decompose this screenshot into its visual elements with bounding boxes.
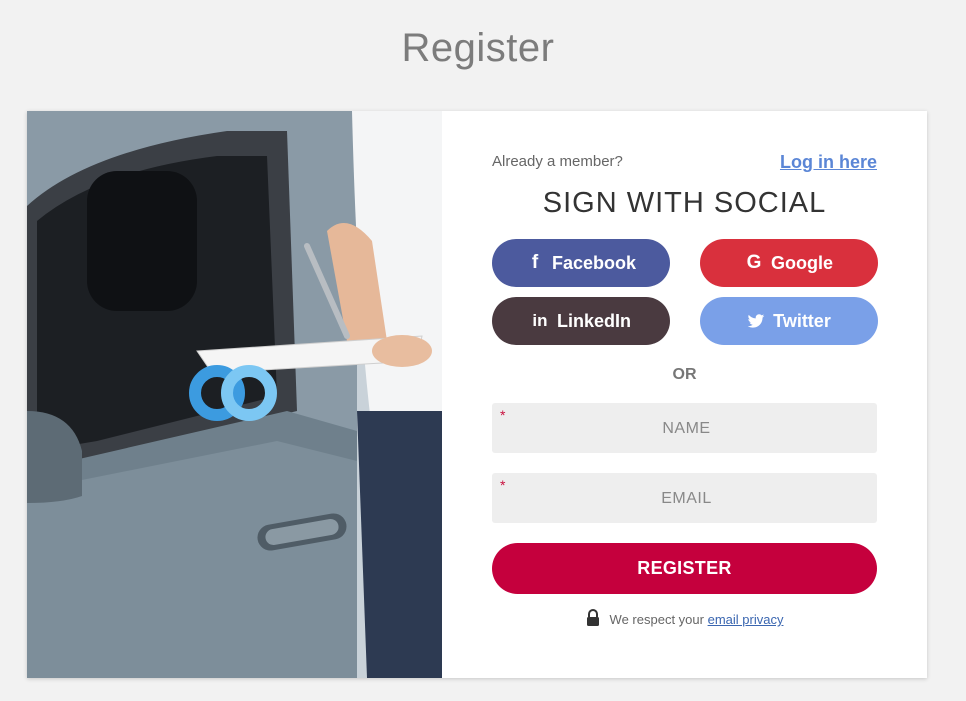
twitter-button[interactable]: Twitter: [700, 297, 878, 345]
privacy-note: We respect your email privacy: [492, 609, 877, 630]
linkedin-button[interactable]: in LinkedIn: [492, 297, 670, 345]
login-link[interactable]: Log in here: [780, 152, 877, 173]
privacy-link[interactable]: email privacy: [708, 612, 784, 627]
linkedin-label: LinkedIn: [556, 310, 631, 331]
hero-image: [27, 111, 442, 678]
google-label: Google: [771, 252, 833, 273]
already-member-text: Already a member?: [492, 153, 623, 170]
register-form: Already a member? Log in here SIGN WITH …: [492, 111, 881, 678]
email-field-wrapper: *: [492, 473, 881, 525]
page-title: Register: [401, 26, 555, 70]
email-input[interactable]: [492, 473, 881, 525]
google-button[interactable]: G Google: [700, 239, 878, 287]
google-icon: G: [746, 252, 762, 273]
twitter-label: Twitter: [773, 310, 831, 331]
privacy-text: We respect your: [609, 612, 704, 627]
facebook-icon: f: [531, 252, 539, 273]
lock-icon: [586, 609, 600, 630]
required-marker: *: [500, 407, 506, 423]
or-divider: OR: [672, 366, 697, 383]
brand-logo: [189, 365, 277, 421]
name-field-wrapper: *: [492, 403, 881, 455]
facebook-label: Facebook: [551, 252, 637, 273]
name-input[interactable]: [492, 403, 881, 455]
facebook-button[interactable]: f Facebook: [492, 239, 670, 287]
required-marker: *: [500, 477, 506, 493]
twitter-icon: [747, 313, 765, 329]
register-card: Already a member? Log in here SIGN WITH …: [27, 111, 927, 678]
member-row: Already a member? Log in here: [492, 152, 877, 175]
linkedin-icon: in: [532, 311, 548, 330]
social-heading: SIGN WITH SOCIAL: [542, 187, 827, 219]
register-button[interactable]: REGISTER: [492, 543, 877, 594]
